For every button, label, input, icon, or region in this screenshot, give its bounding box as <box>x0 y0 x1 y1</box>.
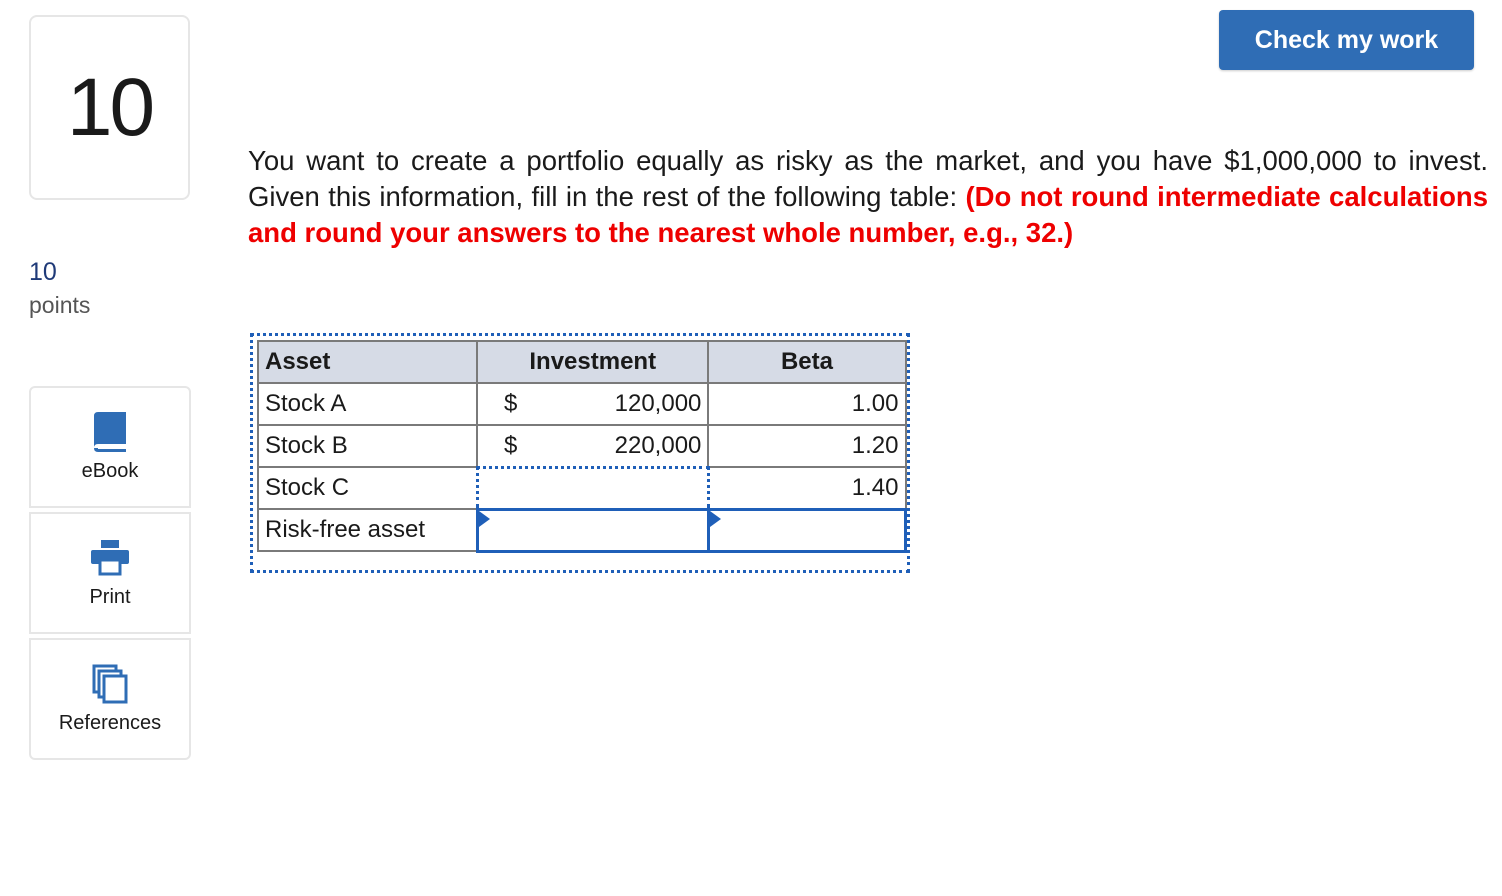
points-info: 10 points <box>29 256 90 322</box>
answer-table-container: Asset Investment Beta Stock A $ 120,000 … <box>250 333 910 573</box>
print-label: Print <box>89 586 131 608</box>
question-text: You want to create a portfolio equally a… <box>248 143 1488 251</box>
question-number-box: 10 <box>29 15 190 200</box>
investment-cell: $ 120,000 <box>476 382 710 426</box>
header-investment: Investment <box>476 340 710 384</box>
risk-free-beta-input[interactable] <box>706 507 908 553</box>
asset-cell: Stock A <box>256 382 479 426</box>
risk-free-beta-field[interactable] <box>709 510 904 550</box>
investment-cell: $ 220,000 <box>476 424 710 468</box>
asset-cell: Stock C <box>256 466 479 510</box>
currency-symbol: $ <box>504 390 518 417</box>
check-my-work-button[interactable]: Check my work <box>1219 10 1474 70</box>
table-row: Risk-free asset <box>256 507 908 553</box>
currency-symbol: $ <box>504 431 518 459</box>
stock-c-investment-input[interactable] <box>475 465 710 511</box>
input-flag-icon <box>709 510 721 527</box>
question-number: 10 <box>66 61 155 153</box>
answer-table: Asset Investment Beta Stock A $ 120,000 … <box>256 340 908 553</box>
table-row: Stock B $ 220,000 1.20 <box>256 424 907 468</box>
investment-value: 120,000 <box>614 390 702 417</box>
references-label: References <box>58 712 162 734</box>
risk-free-investment-field[interactable] <box>478 510 707 550</box>
print-button[interactable]: Print <box>29 512 191 634</box>
book-icon <box>90 410 130 454</box>
printer-icon <box>89 536 131 580</box>
stock-c-investment-field[interactable] <box>478 468 707 508</box>
points-label: points <box>29 292 91 318</box>
ebook-button[interactable]: eBook <box>29 386 191 508</box>
references-icon <box>90 662 130 706</box>
beta-cell: 1.20 <box>707 424 907 468</box>
references-button[interactable]: References <box>29 638 191 760</box>
asset-cell: Risk-free asset <box>256 508 479 552</box>
points-value: 10 <box>29 258 57 286</box>
table-row: Stock A $ 120,000 1.00 <box>256 382 907 426</box>
asset-cell: Stock B <box>256 424 479 468</box>
table-row: Stock C 1.40 <box>256 465 907 511</box>
header-asset: Asset <box>256 340 479 384</box>
input-flag-icon <box>478 510 490 527</box>
beta-cell: 1.00 <box>707 382 907 426</box>
header-beta: Beta <box>707 340 907 384</box>
beta-cell: 1.40 <box>707 466 907 510</box>
ebook-label: eBook <box>81 460 139 482</box>
table-header-row: Asset Investment Beta <box>256 340 907 384</box>
risk-free-investment-input[interactable] <box>475 507 710 553</box>
investment-value: 220,000 <box>614 431 702 459</box>
